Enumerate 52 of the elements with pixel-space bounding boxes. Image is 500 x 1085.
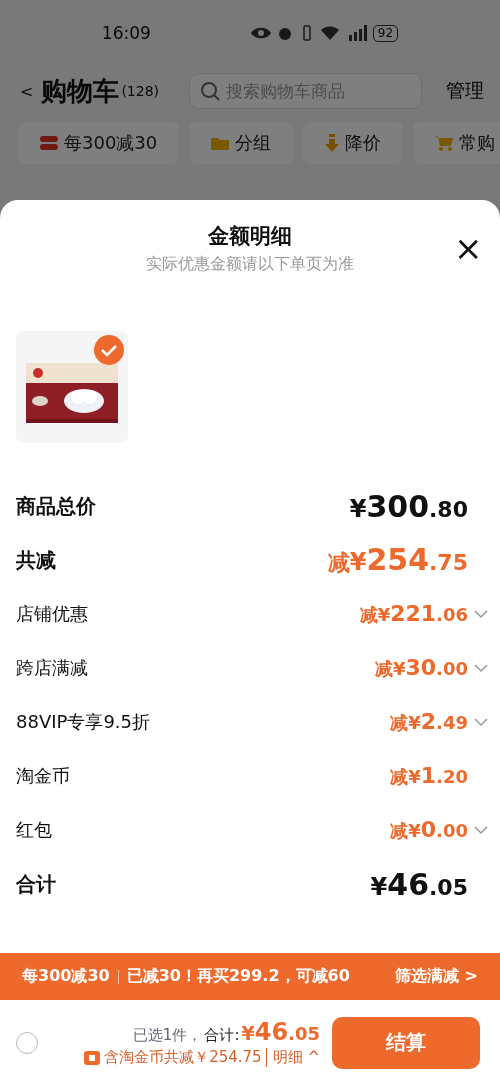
amount-value: 减¥254.75 xyxy=(327,542,468,578)
checkout-button[interactable]: 结算 xyxy=(332,1016,480,1069)
amount-value: 减¥0.00 xyxy=(390,817,468,843)
filter-chip[interactable]: 每300减30 xyxy=(18,122,180,164)
clock: 16:09 xyxy=(101,23,151,43)
amount-value: 减¥221.06 xyxy=(359,601,468,627)
promo-message: 已减30！再买299.2，可减60 xyxy=(126,966,350,987)
sheet-title: 金额明细 xyxy=(208,223,292,250)
sheet-subtitle: 实际优惠金额请以下单页为准 xyxy=(146,254,354,275)
filter-chip[interactable]: 常购 xyxy=(413,122,500,164)
amount-label: 店铺优惠 xyxy=(16,602,89,626)
amount-label: 淘金币 xyxy=(16,764,71,788)
folder-icon xyxy=(211,136,230,150)
amount-value: 减¥30.00 xyxy=(374,655,468,681)
filter-link[interactable]: 筛选满减 > xyxy=(395,966,478,987)
amount-value: ¥46.05 xyxy=(370,866,468,902)
back-button[interactable]: < xyxy=(20,81,34,101)
amount-label: 商品总价 xyxy=(16,492,97,520)
amount-label: 合计 xyxy=(16,870,57,898)
amount-value: 减¥2.49 xyxy=(390,709,468,735)
cart-icon xyxy=(435,135,454,151)
amount-label: 跨店满减 xyxy=(16,656,89,680)
total-price: ¥46.05 xyxy=(241,1018,320,1046)
item-count: (128) xyxy=(121,83,160,99)
search-icon xyxy=(200,81,221,101)
selected-count: 已选1件， xyxy=(132,1026,203,1045)
filter-chip[interactable]: 分组 xyxy=(189,122,294,164)
down-arrow-icon xyxy=(325,134,340,152)
wifi-icon xyxy=(320,26,339,40)
detail-toggle[interactable]: 明细 ^ xyxy=(265,1048,320,1067)
page-title: 购物车 xyxy=(41,74,120,108)
chevron-down-icon[interactable] xyxy=(474,609,488,619)
coin-icon xyxy=(84,1050,101,1065)
eye-icon xyxy=(250,27,271,39)
close-button[interactable]: × xyxy=(454,234,482,262)
filter-chip[interactable]: 降价 xyxy=(303,122,404,164)
battery-level: 92 xyxy=(372,24,399,42)
manage-button[interactable]: 管理 xyxy=(446,78,484,104)
select-all-radio[interactable] xyxy=(16,1031,38,1054)
chevron-down-icon[interactable] xyxy=(474,717,488,727)
chevron-down-icon[interactable] xyxy=(474,825,488,835)
amount-label: 88VIP专享9.5折 xyxy=(16,710,151,734)
checkmark-icon[interactable] xyxy=(94,335,124,365)
total-label: 合计: xyxy=(204,1026,240,1045)
savings-text: 含淘金币共减￥254.75 xyxy=(104,1048,262,1067)
promo-rule: 每300减30 xyxy=(22,966,110,987)
amount-value: 减¥1.20 xyxy=(390,763,468,789)
amount-value: ¥300.80 xyxy=(349,488,468,524)
chevron-down-icon[interactable] xyxy=(474,663,488,673)
amount-label: 红包 xyxy=(16,818,53,842)
amount-label: 共减 xyxy=(16,546,57,574)
coupon-icon xyxy=(40,136,58,150)
